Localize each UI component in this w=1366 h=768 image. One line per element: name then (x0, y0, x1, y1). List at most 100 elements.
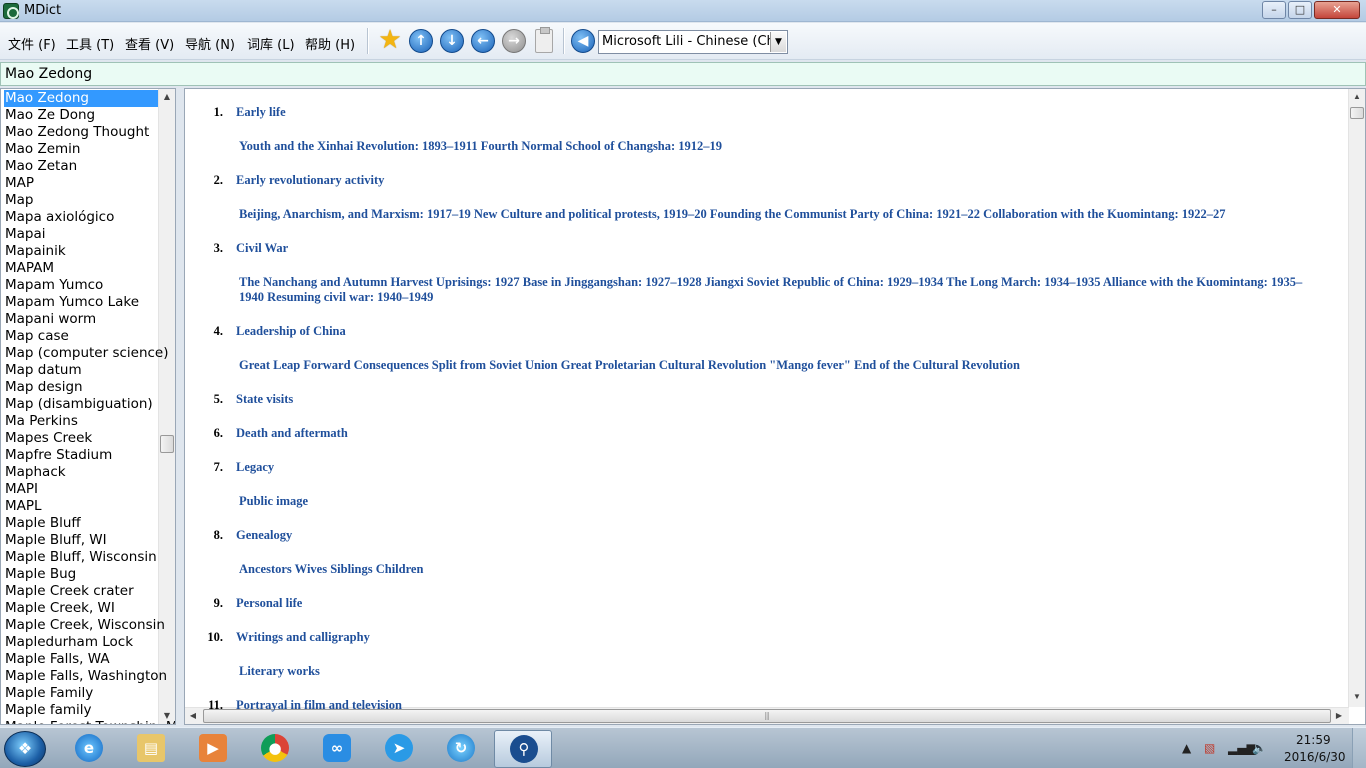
word-list-item[interactable]: Maple Creek, WI (5, 600, 115, 617)
toc-subsection-links[interactable]: Ancestors Wives Siblings Children (236, 562, 1316, 577)
show-hidden-icons-icon[interactable]: ▲ (1182, 741, 1191, 755)
toc-link[interactable]: Writings and calligraphy (236, 630, 370, 645)
word-list: ▲ ▼ Mao Zedong Mao Ze Dong Mao Zedong Thou… (0, 88, 176, 725)
word-list-item[interactable]: Mapai (5, 226, 46, 243)
taskbar-app[interactable]: e (60, 730, 118, 768)
toc-link[interactable]: Legacy (236, 460, 274, 475)
word-list-item[interactable]: Mapa axiológico (5, 209, 114, 226)
clock-time[interactable]: 21:59 (1296, 733, 1331, 747)
word-list-item[interactable]: MAPAM (5, 260, 54, 277)
word-list-item[interactable]: Map (computer science) (5, 345, 169, 362)
word-list-item[interactable]: Mao Zemin (5, 141, 80, 158)
back-icon[interactable]: ← (471, 29, 495, 53)
word-list-item[interactable]: Mapam Yumco Lake (5, 294, 139, 311)
menu-navigate[interactable]: 导航 (N) (185, 34, 235, 53)
taskbar-app[interactable]: ▤ (122, 730, 180, 768)
taskbar-app-mdict[interactable]: ⚲ (494, 730, 552, 768)
show-desktop-button[interactable] (1352, 728, 1366, 768)
search-input[interactable]: Mao Zedong (0, 62, 1366, 86)
word-list-item[interactable]: Map case (5, 328, 69, 345)
taskbar-app[interactable]: ↻ (432, 730, 490, 768)
word-list-item[interactable]: Mapani worm (5, 311, 96, 328)
toc-subsection-links[interactable]: The Nanchang and Autumn Harvest Uprising… (236, 275, 1316, 305)
voice-select[interactable]: Microsoft Lili - Chinese (China) ▼ (598, 30, 788, 54)
content-vertical-scrollbar[interactable]: ▲ ▼ (1348, 89, 1365, 707)
minimize-button[interactable]: – (1262, 1, 1286, 19)
word-list-item[interactable]: Mapes Creek (5, 430, 92, 447)
word-list-item[interactable]: Maple Bluff (5, 515, 81, 532)
menu-tools[interactable]: 工具 (T) (66, 34, 114, 53)
clock-date[interactable]: 2016/6/30 (1284, 750, 1346, 764)
pane-splitter[interactable] (177, 88, 183, 725)
toc-link[interactable]: Personal life (236, 596, 302, 611)
word-list-item[interactable]: Mapledurham Lock (5, 634, 133, 651)
word-list-item[interactable]: MAPI (5, 481, 38, 498)
word-list-item[interactable]: Maple Forest Township, Mi (5, 719, 175, 724)
clipboard-icon[interactable] (535, 27, 553, 53)
menu-help[interactable]: 帮助 (H) (305, 34, 355, 53)
word-list-item[interactable]: Map datum (5, 362, 82, 379)
scroll-down-icon[interactable]: ▼ (1349, 689, 1365, 705)
word-list-item[interactable]: Maple Falls, WA (5, 651, 110, 668)
toc-subsection-links[interactable]: Literary works (236, 664, 1316, 679)
scroll-up-icon[interactable]: ▲ (159, 89, 175, 105)
word-list-item[interactable]: MAP (5, 175, 34, 192)
menu-view[interactable]: 查看 (V) (125, 34, 174, 53)
toc-link[interactable]: State visits (236, 392, 293, 407)
scroll-thumb[interactable] (160, 435, 174, 453)
arrow-down-icon[interactable]: ↓ (440, 29, 464, 53)
toc-link[interactable]: Death and aftermath (236, 426, 348, 441)
word-list-item[interactable]: Maple Bluff, Wisconsin (5, 549, 157, 566)
toc-link[interactable]: Leadership of China (236, 324, 346, 339)
word-list-item[interactable]: Map design (5, 379, 83, 396)
start-button[interactable]: ❖ (4, 731, 46, 767)
menu-file[interactable]: 文件 (F) (8, 34, 56, 53)
word-list-item[interactable]: Mao Zetan (5, 158, 77, 175)
scroll-thumb[interactable] (1350, 107, 1364, 119)
scroll-up-icon[interactable]: ▲ (1349, 89, 1365, 105)
taskbar-app[interactable]: ▶ (184, 730, 242, 768)
toc-link[interactable]: Early life (236, 105, 286, 120)
toc-number: 10. (207, 630, 223, 644)
toc-subsection-links[interactable]: Public image (236, 494, 1316, 509)
maximize-button[interactable]: □ (1288, 1, 1312, 19)
speaker-icon[interactable]: ◀ (571, 29, 595, 53)
toc-link[interactable]: Civil War (236, 241, 288, 256)
word-list-item[interactable]: MAPL (5, 498, 42, 515)
word-list-item[interactable]: Mapainik (5, 243, 66, 260)
word-list-item[interactable]: Mao Zedong Thought (5, 124, 149, 141)
word-list-item[interactable]: Maple Bug (5, 566, 76, 583)
scroll-right-icon[interactable]: ▶ (1331, 708, 1347, 724)
taskbar-app[interactable]: ➤ (370, 730, 428, 768)
menu-library[interactable]: 词库 (L) (247, 34, 295, 53)
word-list-item[interactable]: Maple family (5, 702, 92, 719)
word-list-item[interactable]: Maphack (5, 464, 66, 481)
word-list-item[interactable]: Mapfre Stadium (5, 447, 112, 464)
toc-subsection-links[interactable]: Youth and the Xinhai Revolution: 1893–19… (236, 139, 1316, 154)
volume-icon[interactable]: 🔈 (1252, 741, 1267, 755)
word-list-item[interactable]: Mao Zedong (4, 90, 158, 107)
word-list-item[interactable]: Maple Creek crater (5, 583, 134, 600)
taskbar-app[interactable]: ● (246, 730, 304, 768)
taskbar-app[interactable]: ∞ (308, 730, 366, 768)
word-list-item[interactable]: Ma Perkins (5, 413, 78, 430)
chevron-down-icon[interactable]: ▼ (770, 32, 786, 52)
star-icon[interactable]: ★ (377, 27, 403, 53)
word-list-item[interactable]: Maple Bluff, WI (5, 532, 107, 549)
toc-link[interactable]: Early revolutionary activity (236, 173, 384, 188)
word-list-item[interactable]: Maple Family (5, 685, 93, 702)
close-button[interactable]: ✕ (1314, 1, 1360, 19)
word-list-item[interactable]: Map (5, 192, 34, 209)
word-list-item[interactable]: Maple Falls, Washington (5, 668, 167, 685)
word-list-item[interactable]: Mapam Yumco (5, 277, 103, 294)
toc-link[interactable]: Portrayal in film and television (236, 698, 402, 713)
toc-link[interactable]: Genealogy (236, 528, 292, 543)
arrow-up-icon[interactable]: ↑ (409, 29, 433, 53)
toc-subsection-links[interactable]: Beijing, Anarchism, and Marxism: 1917–19… (236, 207, 1316, 222)
battery-warning-icon[interactable]: ▧ (1204, 741, 1215, 755)
forward-icon[interactable]: → (502, 29, 526, 53)
word-list-item[interactable]: Map (disambiguation) (5, 396, 153, 413)
word-list-item[interactable]: Maple Creek, Wisconsin (5, 617, 165, 634)
word-list-item[interactable]: Mao Ze Dong (5, 107, 95, 124)
toc-subsection-links[interactable]: Great Leap Forward Consequences Split fr… (236, 358, 1316, 373)
